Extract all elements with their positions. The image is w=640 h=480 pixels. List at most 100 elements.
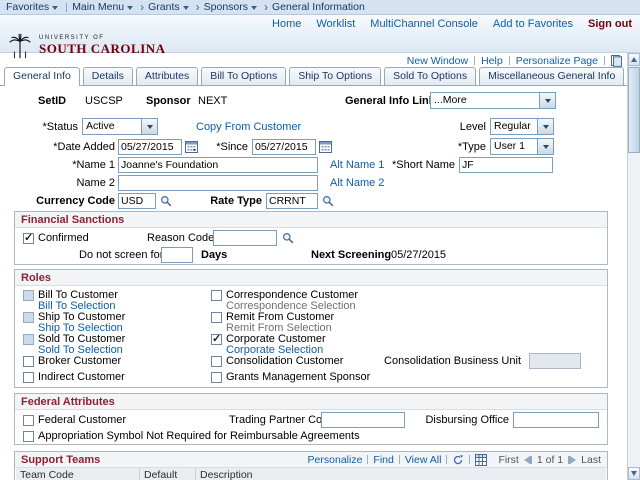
breadcrumb-main-menu[interactable]: Main Menu — [72, 1, 124, 13]
scrollbar-thumb[interactable] — [628, 67, 640, 153]
download-grid-icon[interactable] — [475, 453, 488, 466]
indirect-customer-label: Indirect Customer — [38, 371, 125, 383]
trading-partner-code-input[interactable] — [321, 412, 405, 428]
breadcrumb-separator-icon — [196, 2, 200, 12]
breadcrumb-sponsors[interactable]: Sponsors — [204, 1, 248, 13]
tab-attributes[interactable]: Attributes — [135, 67, 199, 85]
add-to-favorites-link[interactable]: Add to Favorites — [493, 18, 573, 30]
name1-label: *Name 1 — [72, 159, 115, 171]
rate-type-input[interactable] — [266, 193, 318, 209]
column-header-description: Description — [200, 469, 253, 480]
divider — [66, 2, 68, 12]
scroll-down-button[interactable] — [628, 467, 640, 480]
currency-code-input[interactable] — [118, 193, 156, 209]
appropriation-symbol-checkbox[interactable] — [23, 431, 34, 442]
tab-bill-to-options[interactable]: Bill To Options — [201, 67, 287, 85]
short-name-input[interactable] — [459, 157, 553, 173]
divider — [469, 455, 471, 464]
tab-details[interactable]: Details — [82, 67, 133, 85]
since-input[interactable] — [252, 139, 316, 155]
personalize-link[interactable]: Personalize — [308, 454, 363, 466]
tab-ship-to-options[interactable]: Ship To Options — [289, 67, 382, 85]
breadcrumb-favorites[interactable]: Favorites — [6, 1, 49, 13]
pager-previous-icon[interactable] — [523, 455, 532, 464]
lookup-icon[interactable] — [160, 195, 172, 207]
page-action-bar: New Window Help Personalize Page — [0, 54, 624, 67]
vertical-scrollbar[interactable] — [627, 53, 640, 480]
sponsor-value: NEXT — [198, 95, 228, 107]
date-added-input[interactable] — [118, 139, 182, 155]
pager-first-label[interactable]: First — [498, 454, 518, 466]
since-label: *Since — [216, 141, 248, 153]
corporate-customer-checkbox[interactable] — [211, 332, 222, 345]
date-added-label: *Date Added — [53, 141, 115, 153]
remit-from-customer-checkbox[interactable] — [211, 312, 222, 323]
copy-from-customer-link[interactable]: Copy From Customer — [196, 121, 301, 134]
disbursing-office-input[interactable] — [513, 412, 599, 428]
federal-customer-label: Federal Customer — [38, 414, 127, 426]
view-all-link[interactable]: View All — [405, 454, 442, 466]
type-select[interactable]: User 1 — [490, 138, 554, 155]
sold-to-customer-checkbox[interactable] — [23, 334, 34, 345]
chevron-down-icon — [537, 139, 553, 154]
calendar-icon[interactable] — [319, 140, 332, 153]
bill-to-customer-checkbox[interactable] — [23, 290, 34, 301]
level-value: Regular — [494, 120, 531, 132]
do-not-screen-input[interactable] — [161, 247, 193, 263]
ship-to-customer-checkbox[interactable] — [23, 312, 34, 323]
home-link[interactable]: Home — [272, 18, 301, 30]
general-info-links-select[interactable]: ...More — [430, 92, 556, 109]
tab-general-info[interactable]: General Info — [4, 67, 80, 86]
copy-url-icon[interactable] — [611, 54, 622, 67]
consolidation-customer-checkbox[interactable] — [211, 356, 222, 367]
name1-input[interactable] — [118, 157, 318, 173]
sign-out-link[interactable]: Sign out — [588, 18, 632, 30]
setid-label: SetID — [38, 95, 67, 107]
scroll-up-button[interactable] — [628, 53, 640, 66]
new-window-link[interactable]: New Window — [407, 55, 468, 67]
correspondence-customer-checkbox[interactable] — [211, 290, 222, 301]
breadcrumb-current-page: General Information — [272, 1, 365, 13]
tab-sold-to-options[interactable]: Sold To Options — [384, 67, 477, 85]
reason-code-input[interactable] — [213, 230, 277, 246]
pager-next-icon[interactable] — [568, 455, 577, 464]
multichannel-console-link[interactable]: MultiChannel Console — [370, 18, 478, 30]
section-title: Financial Sanctions — [21, 213, 125, 226]
chevron-down-icon — [251, 5, 258, 10]
breadcrumb-separator-icon — [140, 2, 144, 12]
federal-customer-checkbox[interactable] — [23, 415, 34, 426]
days-label: Days — [201, 249, 228, 261]
personalize-page-link[interactable]: Personalize Page — [516, 55, 598, 67]
broker-customer-checkbox[interactable] — [23, 356, 34, 367]
pager-last-label[interactable]: Last — [581, 454, 601, 466]
indirect-customer-checkbox[interactable] — [23, 372, 34, 383]
tab-misc-general-info[interactable]: Miscellaneous General Info — [479, 67, 625, 85]
lookup-icon[interactable] — [282, 232, 294, 244]
appropriation-symbol-label: Appropriation Symbol Not Required for Re… — [38, 430, 360, 442]
level-select[interactable]: Regular — [490, 118, 554, 135]
breadcrumb-grants[interactable]: Grants — [148, 1, 180, 13]
arrow-up-icon — [631, 57, 637, 62]
grants-management-sponsor-checkbox[interactable] — [211, 372, 222, 383]
currency-code-label: Currency Code — [36, 195, 115, 207]
lookup-icon[interactable] — [322, 195, 334, 207]
worklist-link[interactable]: Worklist — [316, 18, 355, 30]
pager-count: 1 of 1 — [536, 453, 564, 466]
breadcrumb-separator-icon — [264, 2, 268, 12]
confirmed-checkbox[interactable] — [23, 231, 34, 244]
divider — [508, 56, 510, 65]
find-link[interactable]: Find — [373, 454, 393, 466]
status-value: Active — [86, 120, 115, 132]
type-value: User 1 — [494, 140, 525, 152]
type-label: *Type — [457, 141, 486, 153]
support-teams-header: Support Teams Personalize Find View All … — [15, 452, 607, 468]
section-title: Roles — [21, 271, 51, 284]
refresh-icon[interactable] — [452, 454, 464, 466]
general-info-links-value: ...More — [434, 94, 467, 106]
name2-input[interactable] — [118, 175, 318, 191]
next-screening-value: 05/27/2015 — [391, 249, 447, 261]
status-select[interactable]: Active — [82, 118, 158, 135]
alt-name2-link[interactable]: Alt Name 2 — [330, 177, 384, 190]
help-link[interactable]: Help — [481, 55, 503, 67]
support-teams-group: Support Teams Personalize Find View All … — [14, 451, 608, 480]
